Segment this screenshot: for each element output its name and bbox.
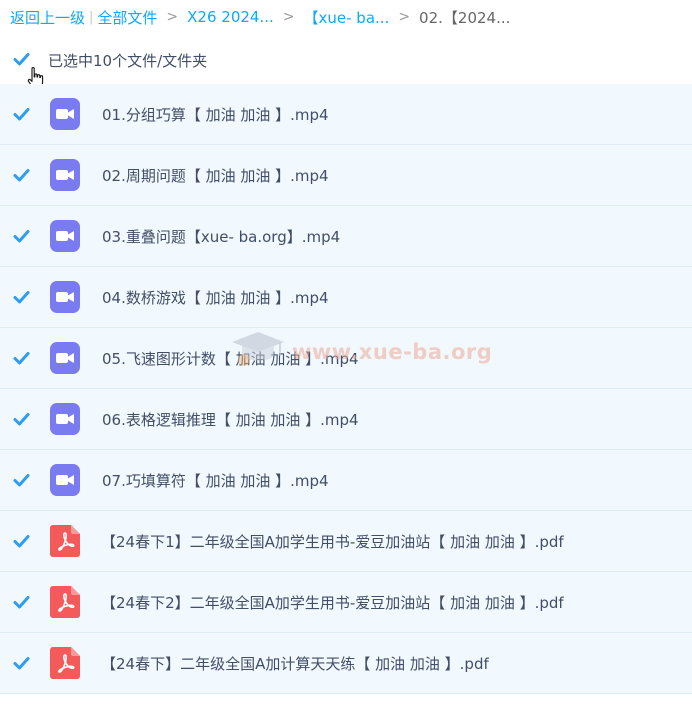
file-name[interactable]: 【24春下】二年级全国A加计算天天练【 加油 加油 】.pdf	[101, 653, 489, 674]
file-name[interactable]: 04.数桥游戏【 加油 加油 】.mp4	[102, 287, 329, 308]
selection-bar: 已选中10个文件/文件夹	[0, 44, 692, 76]
file-row[interactable]: 05.飞速图形计数【 加油 加油 】.mp4	[0, 328, 692, 389]
checkmark-icon	[13, 535, 30, 548]
file-checkbox[interactable]	[12, 654, 31, 673]
file-checkbox[interactable]	[12, 166, 31, 185]
video-icon	[50, 220, 80, 252]
video-icon	[50, 403, 80, 435]
file-row[interactable]: 06.表格逻辑推理【 加油 加油 】.mp4	[0, 389, 692, 450]
checkmark-icon	[13, 413, 30, 426]
file-name[interactable]: 【24春下1】二年级全国A加学生用书-爱豆加油站【 加油 加油 】.pdf	[101, 531, 564, 552]
breadcrumb-pipe: |	[89, 9, 94, 25]
breadcrumb-current: 02.【2024...	[419, 8, 511, 27]
checkmark-icon	[13, 352, 30, 365]
video-icon	[50, 98, 80, 130]
breadcrumb-separator: >	[166, 9, 179, 25]
video-icon	[50, 159, 80, 191]
breadcrumb-back-link[interactable]: 返回上一级	[10, 7, 85, 28]
breadcrumb-crumb-2[interactable]: 【xue- ba...	[304, 7, 390, 28]
file-checkbox[interactable]	[12, 532, 31, 551]
checkmark-icon	[13, 291, 30, 304]
video-icon	[50, 281, 80, 313]
file-list: 01.分组巧算【 加油 加油 】.mp4 02.周期问题【 加油 加油 】.mp4…	[0, 84, 692, 694]
breadcrumb: 返回上一级 | 全部文件 > X26 2024... > 【xue- ba...…	[10, 0, 510, 34]
file-row[interactable]: 02.周期问题【 加油 加油 】.mp4	[0, 145, 692, 206]
file-checkbox[interactable]	[12, 227, 31, 246]
file-checkbox[interactable]	[12, 105, 31, 124]
file-row[interactable]: 07.巧填算符【 加油 加油 】.mp4	[0, 450, 692, 511]
video-icon	[50, 342, 80, 374]
file-row[interactable]: 01.分组巧算【 加油 加油 】.mp4	[0, 84, 692, 145]
file-checkbox[interactable]	[12, 471, 31, 490]
pdf-icon	[50, 525, 80, 557]
checkmark-icon	[13, 596, 30, 609]
file-row[interactable]: 【24春下】二年级全国A加计算天天练【 加油 加油 】.pdf	[0, 633, 692, 694]
file-checkbox[interactable]	[12, 288, 31, 307]
pdf-icon	[50, 586, 80, 618]
breadcrumb-separator: >	[398, 9, 411, 25]
file-name[interactable]: 【24春下2】二年级全国A加学生用书-爱豆加油站【 加油 加油 】.pdf	[101, 592, 564, 613]
checkmark-icon	[13, 230, 30, 243]
file-name[interactable]: 03.重叠问题【xue- ba.org】.mp4	[102, 226, 340, 247]
checkmark-icon	[13, 474, 30, 487]
breadcrumb-all-files-link[interactable]: 全部文件	[97, 7, 157, 28]
checkmark-icon	[13, 169, 30, 182]
file-checkbox[interactable]	[12, 349, 31, 368]
file-checkbox[interactable]	[12, 593, 31, 612]
checkmark-icon	[13, 108, 30, 121]
file-checkbox[interactable]	[12, 410, 31, 429]
selection-count-label: 已选中10个文件/文件夹	[48, 51, 208, 70]
file-row[interactable]: 04.数桥游戏【 加油 加油 】.mp4	[0, 267, 692, 328]
file-name[interactable]: 07.巧填算符【 加油 加油 】.mp4	[102, 470, 329, 491]
file-row[interactable]: 【24春下1】二年级全国A加学生用书-爱豆加油站【 加油 加油 】.pdf	[0, 511, 692, 572]
file-row[interactable]: 03.重叠问题【xue- ba.org】.mp4	[0, 206, 692, 267]
checkmark-icon	[13, 657, 30, 670]
file-row[interactable]: 【24春下2】二年级全国A加学生用书-爱豆加油站【 加油 加油 】.pdf	[0, 572, 692, 633]
breadcrumb-separator: >	[282, 9, 295, 25]
file-name[interactable]: 06.表格逻辑推理【 加油 加油 】.mp4	[102, 409, 359, 430]
file-name[interactable]: 01.分组巧算【 加油 加油 】.mp4	[102, 104, 329, 125]
video-icon	[50, 464, 80, 496]
file-name[interactable]: 02.周期问题【 加油 加油 】.mp4	[102, 165, 329, 186]
pdf-icon	[50, 647, 80, 679]
breadcrumb-crumb-1[interactable]: X26 2024...	[187, 8, 274, 26]
file-name[interactable]: 05.飞速图形计数【 加油 加油 】.mp4	[102, 348, 359, 369]
